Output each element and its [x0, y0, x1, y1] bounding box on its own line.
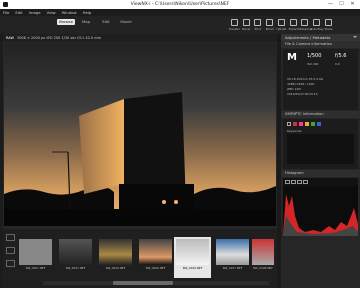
- filmstrip: NIK_0007.NEF NIK_0017.NEF NIK_0019.NEF N…: [3, 229, 277, 288]
- scrollbar-thumb[interactable]: [113, 281, 173, 285]
- thumbnail-image: [216, 239, 249, 265]
- thumbnail-image: [176, 239, 209, 265]
- slideshow-button[interactable]: Slideshow: [298, 17, 312, 33]
- menu-help[interactable]: Help: [83, 10, 92, 15]
- autoplay-icon: [313, 19, 321, 26]
- lens-info: VR 18-105mm f/3.5-5.6G: [287, 77, 324, 81]
- transfer-button[interactable]: Transfer: [229, 17, 240, 33]
- autoplay-button[interactable]: Auto Play: [310, 17, 323, 33]
- mode-bar: Browse Map Edit Movie Transfer Movie Pri…: [0, 16, 360, 49]
- info-line-1: 4288×2848 / 14bit: [287, 82, 315, 86]
- image-info-bar: RAW 3008 × 2000 px ISO 200 1/30 sec f/11 …: [3, 34, 277, 42]
- label-orange-icon[interactable]: [305, 122, 309, 126]
- slideshow-icon: [301, 19, 309, 26]
- filmstrip-prev-icon[interactable]: [6, 234, 15, 241]
- hist-r-icon[interactable]: [291, 179, 296, 184]
- label-icon[interactable]: [287, 122, 291, 126]
- thumbnail[interactable]: NIK_0108.NEF: [251, 237, 275, 278]
- title-bar: ViewNX-i - C:\Users\Nikon\User\Pictures\…: [0, 0, 360, 9]
- email-icon: [266, 19, 274, 26]
- email-button[interactable]: Email: [264, 17, 275, 33]
- thumbnail[interactable]: NIK_0017.NEF: [57, 237, 94, 278]
- exposure-comp: 0.0: [335, 62, 340, 66]
- tab-map[interactable]: Map: [77, 19, 95, 25]
- label-pink-icon[interactable]: [299, 122, 303, 126]
- menu-file[interactable]: File: [3, 10, 9, 15]
- thumbnail-selected[interactable]: NIK_0106.NEF: [174, 237, 211, 278]
- maximize-button[interactable]: ☐: [336, 0, 347, 9]
- upload-button[interactable]: Upload: [276, 17, 287, 33]
- thumbnail-image: [99, 239, 132, 265]
- image-type-label: RAW: [6, 36, 14, 40]
- tab-movie[interactable]: Movie: [117, 19, 135, 25]
- print-button[interactable]: Print: [253, 17, 264, 33]
- image-viewer: RAW 3008 × 2000 px ISO 200 1/30 sec f/11 …: [3, 34, 277, 229]
- transfer-icon: [230, 19, 238, 26]
- aperture: f/5.6: [335, 53, 347, 59]
- movie-icon: [242, 19, 250, 26]
- hist-rgb-icon[interactable]: [285, 179, 290, 184]
- thumbnail-image: [139, 239, 172, 265]
- tab-edit[interactable]: Edit: [97, 19, 115, 25]
- thumbnail[interactable]: NIK_0107.NEF: [214, 237, 251, 278]
- hist-b-icon[interactable]: [303, 179, 308, 184]
- thumbnail-image: [252, 239, 274, 265]
- info-line-2: JPEG 12M: [287, 87, 301, 91]
- right-panel: Adjustments / Metadata File & Camera Inf…: [281, 34, 360, 288]
- hist-g-icon[interactable]: [297, 179, 302, 184]
- chevron-down-icon: [353, 36, 357, 38]
- histogram: [283, 178, 358, 236]
- upload-icon: [277, 19, 285, 26]
- image-details: 3008 × 2000 px ISO 200 1/30 sec f/11 42.…: [16, 36, 102, 40]
- iptc-info: Keywords: [283, 119, 358, 169]
- iptc-header[interactable]: XMP/IPTC Information: [281, 111, 360, 118]
- menu-edit[interactable]: Edit: [15, 10, 22, 15]
- thumbnail[interactable]: NIK_0007.NEF: [17, 237, 54, 278]
- export-icon: [289, 19, 297, 26]
- menu-bar: File Edit Image View Window Help: [0, 9, 360, 16]
- iso: ISO 200: [307, 62, 319, 66]
- menu-image[interactable]: Image: [29, 10, 41, 15]
- menu-window[interactable]: Window: [62, 10, 77, 15]
- minimize-button[interactable]: —: [325, 0, 336, 9]
- label-blue-icon[interactable]: [317, 122, 321, 126]
- camera-info: M 1/500 f/5.6 ISO 200 0.0 VR 18-105mm f/…: [283, 49, 358, 110]
- share-icon: [325, 19, 333, 26]
- histogram-graph: [283, 186, 358, 236]
- exposure-mode: M: [287, 52, 297, 63]
- filmstrip-options-icon[interactable]: [6, 247, 15, 254]
- keywords-label: Keywords: [287, 129, 302, 133]
- window-title: ViewNX-i - C:\Users\Nikon\User\Pictures\…: [130, 2, 230, 7]
- print-icon: [254, 19, 262, 26]
- main-photo[interactable]: [4, 44, 276, 226]
- shutter-speed: 1/500: [307, 53, 322, 59]
- filmstrip-next-icon[interactable]: [6, 260, 15, 267]
- close-button[interactable]: ✕: [347, 0, 358, 9]
- thumbnail[interactable]: NIK_0020.NEF: [137, 237, 174, 278]
- menu-view[interactable]: View: [47, 10, 56, 15]
- info-line-3: 2012/05/23 00:05:14: [287, 92, 318, 96]
- thumbnail[interactable]: NIK_0019.NEF: [97, 237, 134, 278]
- export-button[interactable]: Export: [288, 17, 299, 33]
- tab-browse[interactable]: Browse: [57, 19, 75, 25]
- file-camera-header[interactable]: File & Camera Information: [281, 41, 360, 48]
- thumbnail-image: [59, 239, 92, 265]
- movie-button[interactable]: Movie: [241, 17, 252, 33]
- panel-header[interactable]: Adjustments / Metadata: [281, 34, 360, 41]
- share-button[interactable]: Share: [323, 17, 334, 33]
- keywords-field[interactable]: [287, 134, 354, 164]
- thumbnail-image: [19, 239, 52, 265]
- label-red-icon[interactable]: [293, 122, 297, 126]
- label-green-icon[interactable]: [311, 122, 315, 126]
- filmstrip-scrollbar[interactable]: [43, 281, 269, 285]
- histogram-header[interactable]: Histogram: [281, 170, 360, 177]
